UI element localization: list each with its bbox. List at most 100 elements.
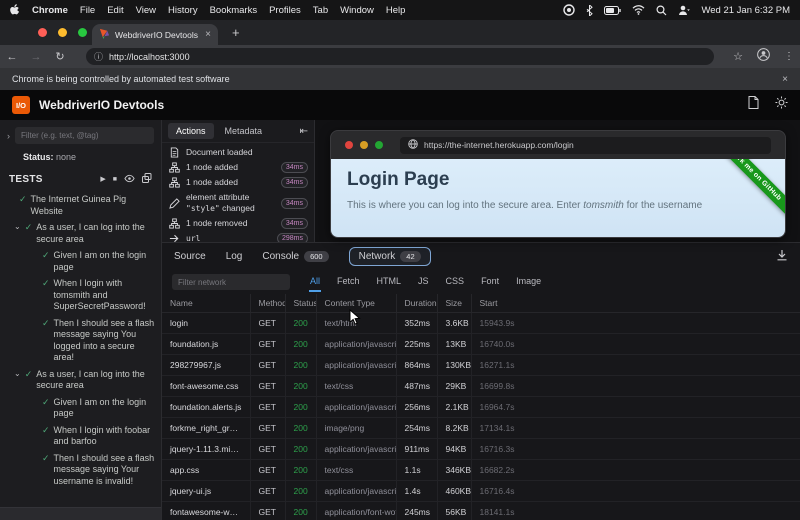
actions-tabbar: ActionsMetadata ⇤	[162, 120, 314, 143]
network-request-row[interactable]: foundation.alerts.js GET 200 application…	[162, 397, 800, 418]
wifi-icon[interactable]	[632, 5, 645, 15]
network-filter-chip[interactable]: Font	[480, 273, 500, 292]
test-tree-item[interactable]: ✓ When I login with foobar and barfoo	[0, 425, 161, 448]
profile-avatar-icon[interactable]	[757, 48, 770, 66]
network-request-row[interactable]: login GET 200 text/html 352ms 3.6KB 1594…	[162, 313, 800, 334]
size-cell: 3.6KB	[437, 313, 471, 334]
network-request-row[interactable]: fontawesome-webfont.wof... GET 200 appli…	[162, 502, 800, 520]
reload-icon[interactable]: ↻	[48, 50, 72, 63]
bookmark-star-icon[interactable]: ☆	[733, 50, 743, 63]
battery-icon[interactable]	[604, 6, 621, 15]
action-item[interactable]: 1 node removed 34ms	[162, 216, 314, 231]
actions-panel-tab[interactable]: Metadata	[217, 123, 271, 139]
test-tree-item[interactable]: ✓ Given I am on the login page	[0, 250, 161, 273]
duration-cell: 864ms	[396, 355, 437, 376]
duration-cell: 254ms	[396, 418, 437, 439]
site-info-icon[interactable]: ⓘ	[94, 50, 103, 63]
test-tree-item[interactable]: ✓ When I login with tomsmith and SuperSe…	[0, 278, 161, 313]
test-filter-input[interactable]	[15, 127, 154, 144]
app-title: WebdriverIO Devtools	[39, 98, 164, 112]
forward-icon[interactable]: →	[24, 51, 48, 63]
test-tree-item[interactable]: ✓ Then I should see a flash message sayi…	[0, 453, 161, 488]
banner-close-icon[interactable]: ×	[782, 74, 788, 85]
network-request-row[interactable]: font-awesome.css GET 200 text/css 487ms …	[162, 376, 800, 397]
stop-tests-icon[interactable]: ■	[113, 176, 117, 183]
back-icon[interactable]: ←	[0, 51, 24, 63]
action-item[interactable]: element attribute "style" changed 34ms	[162, 190, 314, 216]
chevron-down-icon[interactable]: ⌄	[14, 368, 21, 380]
apple-icon[interactable]	[10, 4, 20, 16]
panel-tab[interactable]: Console 600	[262, 251, 328, 262]
test-tree-item[interactable]: ✓ The Internet Guinea Pig Website	[0, 194, 161, 217]
browser-tab[interactable]: WebdriverIO Devtools ×	[92, 24, 218, 45]
new-tab-button[interactable]: +	[232, 25, 240, 40]
mouse-cursor	[349, 309, 361, 331]
network-request-row[interactable]: 298279967.js GET 200 application/javascr…	[162, 355, 800, 376]
screen-record-icon[interactable]	[563, 4, 575, 16]
search-icon[interactable]	[656, 5, 667, 16]
download-icon[interactable]	[776, 248, 788, 266]
network-filter-chip[interactable]: JS	[417, 273, 430, 292]
run-tests-icon[interactable]: ▶	[100, 175, 105, 183]
status-filter[interactable]: Status: none	[23, 152, 161, 162]
browser-menu-icon[interactable]: ⋮	[784, 51, 794, 62]
collapse-panel-icon[interactable]: ⇤	[300, 126, 308, 137]
check-icon: ✓	[42, 425, 50, 437]
content-type-cell: text/css	[316, 460, 396, 481]
zoom-window-button[interactable]	[78, 28, 87, 37]
minimize-window-button[interactable]	[58, 28, 67, 37]
network-filter-chip[interactable]: All	[309, 273, 321, 292]
menu-item[interactable]: Tab	[313, 5, 328, 16]
status-cell: 200	[285, 502, 316, 520]
panel-tab[interactable]: Log	[226, 251, 243, 262]
network-filter-chip[interactable]: Image	[515, 273, 542, 292]
tab-close-icon[interactable]: ×	[205, 30, 211, 40]
menu-item[interactable]: Edit	[107, 5, 123, 16]
menubar-clock[interactable]: Wed 21 Jan 6:32 PM	[701, 5, 790, 16]
network-filter-chip[interactable]: HTML	[376, 273, 403, 292]
theme-toggle-sun-icon[interactable]	[775, 96, 788, 114]
menu-item[interactable]: History	[168, 5, 198, 16]
network-filter-input[interactable]	[172, 274, 290, 290]
menu-item[interactable]: Profiles	[269, 5, 301, 16]
address-bar[interactable]: ⓘ http://localhost:3000	[86, 48, 714, 65]
network-filter-chip[interactable]: Fetch	[336, 273, 361, 292]
panel-tab[interactable]: Source	[174, 251, 206, 262]
actions-panel-tab[interactable]: Actions	[168, 123, 214, 139]
menu-item[interactable]: View	[136, 5, 156, 16]
action-item[interactable]: Document loaded	[162, 145, 314, 160]
network-request-row[interactable]: jquery-1.11.3.min.js GET 200 application…	[162, 439, 800, 460]
network-request-row[interactable]: jquery-ui.js GET 200 application/javascr…	[162, 481, 800, 502]
collapse-sidebar-icon[interactable]: ›	[7, 131, 10, 141]
name-cell: 298279967.js	[162, 355, 250, 376]
test-tree-item[interactable]: ✓ Then I should see a flash message sayi…	[0, 318, 161, 364]
watch-tests-icon[interactable]	[124, 174, 135, 185]
menu-item[interactable]: Window	[340, 5, 374, 16]
size-cell: 13KB	[437, 334, 471, 355]
network-table-header: NameMethodStatusContent TypeDurationSize…	[162, 294, 800, 313]
test-tree-item[interactable]: ⌄ ✓ As a user, I can log into the secure…	[0, 222, 161, 245]
action-item[interactable]: 1 node added 34ms	[162, 175, 314, 190]
menu-item[interactable]: File	[80, 5, 95, 16]
report-file-icon[interactable]	[748, 96, 759, 114]
test-tree-item[interactable]: ⌄ ✓ As a user, I can log into the secure…	[0, 369, 161, 392]
test-tree-item[interactable]: ✓ Given I am on the login page	[0, 397, 161, 420]
menu-item[interactable]: Bookmarks	[210, 5, 258, 16]
menu-item[interactable]: Chrome	[32, 5, 68, 16]
panel-tab[interactable]: Network 42	[349, 247, 431, 266]
wdio-logo: I/O	[12, 96, 30, 114]
network-request-row[interactable]: app.css GET 200 text/css 1.1s 346KB 1668…	[162, 460, 800, 481]
action-item[interactable]: url 298ms	[162, 231, 314, 242]
close-window-button[interactable]	[38, 28, 47, 37]
bluetooth-icon[interactable]	[586, 5, 593, 16]
menu-item[interactable]: Help	[386, 5, 406, 16]
panel-tab-label: Network	[359, 251, 396, 262]
action-item[interactable]: 1 node added 34ms	[162, 160, 314, 175]
user-switch-icon[interactable]	[678, 5, 690, 16]
check-icon: ✓	[42, 397, 50, 409]
network-request-row[interactable]: forkme_right_green_0072... GET 200 image…	[162, 418, 800, 439]
copy-tests-icon[interactable]	[142, 173, 152, 185]
network-request-row[interactable]: foundation.js GET 200 application/javasc…	[162, 334, 800, 355]
chevron-down-icon[interactable]: ⌄	[14, 221, 21, 233]
network-filter-chip[interactable]: CSS	[445, 273, 466, 292]
